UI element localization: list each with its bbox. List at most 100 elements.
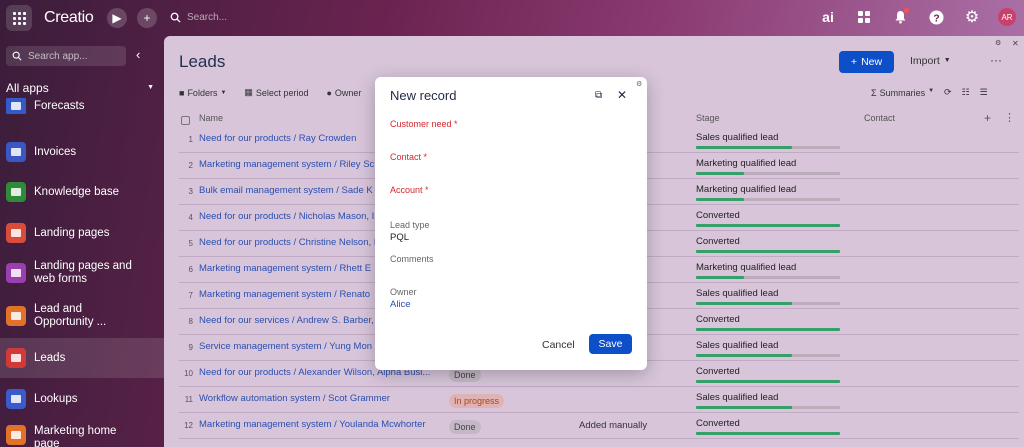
sidebar-item-invoices[interactable]: Invoices <box>0 138 164 166</box>
top-icons: ai ? ⚙ AR <box>818 6 1016 28</box>
column-name[interactable]: Name <box>199 113 223 123</box>
stage-progress-bar <box>696 172 840 175</box>
settings-button[interactable]: ⚙ <box>962 6 982 28</box>
select-period-filter[interactable]: ▦ Select period <box>244 87 308 98</box>
filter-toolbar: ■ Folders ▼ ▦ Select period ● Owner <box>179 87 361 98</box>
lead-name-link[interactable]: Need for our products / Nicholas Mason, … <box>199 211 374 222</box>
stage-cell: Sales qualified lead <box>696 132 779 143</box>
stage-progress-bar <box>696 302 840 305</box>
stage-progress-fill <box>696 432 840 435</box>
apps-button[interactable] <box>854 6 874 28</box>
add-column-plus-icon[interactable]: + <box>984 111 991 125</box>
owner-filter[interactable]: ● Owner <box>326 87 361 98</box>
stage-cell: Converted <box>696 314 740 325</box>
table-row[interactable]: 12 Marketing management system / Youlanda… <box>179 413 1019 439</box>
refresh-icon[interactable]: ⟳ <box>944 87 952 98</box>
folders-filter[interactable]: ■ Folders ▼ <box>179 87 226 98</box>
lead-name-link[interactable]: Marketing management system / Riley Sc <box>199 159 374 170</box>
lead-name-link[interactable]: Marketing management system / Rhett E <box>199 263 371 274</box>
lead-name-link[interactable]: Bulk email management system / Sade K <box>199 185 373 196</box>
sidebar-item-label: Invoices <box>34 145 77 158</box>
comments-label: Comments <box>390 254 434 264</box>
sidebar-item-forecasts[interactable]: Forecasts <box>0 98 164 114</box>
sidebar-item-knowledge-base[interactable]: Knowledge base <box>0 178 164 206</box>
notifications-button[interactable] <box>890 6 910 28</box>
account-label: Account <box>390 185 423 195</box>
row-number: 6 <box>188 265 193 274</box>
app-search-input[interactable]: Search app... <box>6 46 126 66</box>
contact-label: Contact <box>390 152 422 162</box>
stage-progress-fill <box>696 172 744 175</box>
lead-name-link[interactable]: Service management system / Yung Mon <box>199 341 372 352</box>
stage-cell: Sales qualified lead <box>696 392 779 403</box>
owner-label: Owner <box>334 87 362 98</box>
stage-progress-bar <box>696 276 840 279</box>
column-stage[interactable]: Stage <box>696 113 720 123</box>
sidebar-item-marketing-home-page[interactable]: Marketing home page <box>0 425 164 447</box>
table-row[interactable]: 11 Workflow automation system / Scot Gram… <box>179 387 1019 413</box>
all-apps-selector[interactable]: All apps ▼ <box>6 81 154 95</box>
lead-name-link[interactable]: Workflow automation system / Scot Gramme… <box>199 393 390 404</box>
list-view-icon[interactable]: ☷ <box>962 87 970 98</box>
open-in-new-icon[interactable]: ⧉ <box>595 90 602 101</box>
sidebar-item-landing-pages-and-web-forms[interactable]: Landing pages and web forms <box>0 257 164 289</box>
creatio-logo: Creatio <box>44 9 94 26</box>
add-button[interactable]: + <box>137 8 157 28</box>
contact-field[interactable]: Contact * <box>390 152 427 162</box>
user-avatar[interactable]: AR <box>998 8 1016 26</box>
grid-icon <box>12 11 26 25</box>
lead-name-link[interactable]: Need for our products / Christine Nelson… <box>199 237 376 248</box>
import-button[interactable]: Import ▼ <box>910 55 951 67</box>
close-icon[interactable]: ✕ <box>1012 39 1019 48</box>
lead-type-value[interactable]: PQL <box>390 232 409 243</box>
customer-need-field[interactable]: Customer need * <box>390 119 458 129</box>
more-actions-button[interactable]: ··· <box>990 53 1002 67</box>
run-button[interactable]: ▶ <box>107 8 127 28</box>
sigma-icon: Σ <box>871 87 877 98</box>
app-search-placeholder: Search app... <box>28 50 88 62</box>
stage-cell: Converted <box>696 236 740 247</box>
gear-icon[interactable]: ⚙ <box>636 80 642 88</box>
sidebar-item-landing-pages[interactable]: Landing pages <box>0 219 164 247</box>
summaries-button[interactable]: Σ Summaries ▼ <box>871 88 934 98</box>
lead-name-link[interactable]: Need for our services / Andrew S. Barber… <box>199 315 379 326</box>
lead-name-link[interactable]: Marketing management system / Renato <box>199 289 370 300</box>
home-icon <box>6 306 26 326</box>
column-contact[interactable]: Contact <box>864 113 895 123</box>
ai-button[interactable]: ai <box>818 6 838 28</box>
grid-view-icon[interactable]: ☰ <box>980 87 988 98</box>
global-search-input[interactable]: Search... <box>166 6 406 28</box>
sidebar-item-leads[interactable]: Leads <box>0 338 164 378</box>
column-options-icon[interactable]: ⋮ <box>1004 111 1015 124</box>
status-badge: Done <box>449 420 481 434</box>
sidebar-item-label: Lead and Opportunity ... <box>34 303 107 328</box>
row-number: 8 <box>188 317 193 326</box>
web-forms-icon <box>6 263 26 283</box>
close-icon[interactable]: ✕ <box>617 88 627 102</box>
lead-name-link[interactable]: Need for our products / Ray Crowden <box>199 133 356 144</box>
row-number: 10 <box>184 369 193 378</box>
gear-icon[interactable]: ⚙ <box>995 39 1001 47</box>
help-button[interactable]: ? <box>926 6 946 28</box>
book-icon <box>6 182 26 202</box>
account-field[interactable]: Account * <box>390 185 429 195</box>
stage-progress-bar <box>696 250 840 253</box>
collapse-sidebar-button[interactable]: ‹ <box>136 47 140 62</box>
ai-icon: ai <box>822 9 834 25</box>
save-button[interactable]: Save <box>589 334 632 354</box>
sidebar-item-label: Knowledge base <box>34 185 120 198</box>
owner-value[interactable]: Alice <box>390 299 411 310</box>
customer-need-label: Customer need <box>390 119 452 129</box>
lead-name-link[interactable]: Marketing management system / Youlanda M… <box>199 419 426 430</box>
cancel-button[interactable]: Cancel <box>542 339 575 351</box>
new-button[interactable]: + New <box>839 51 894 73</box>
sidebar-item-label: Landing pages <box>34 226 110 239</box>
sidebar-item-lookups[interactable]: Lookups <box>0 385 164 413</box>
sidebar-item-lead-and-opportunity[interactable]: Lead and Opportunity ... <box>0 300 164 332</box>
stage-cell: Converted <box>696 366 740 377</box>
lead-type-label: Lead type <box>390 220 430 230</box>
stage-progress-fill <box>696 406 793 409</box>
stage-progress-fill <box>696 146 793 149</box>
apps-menu-button[interactable] <box>6 5 32 31</box>
row-number: 4 <box>188 213 193 222</box>
